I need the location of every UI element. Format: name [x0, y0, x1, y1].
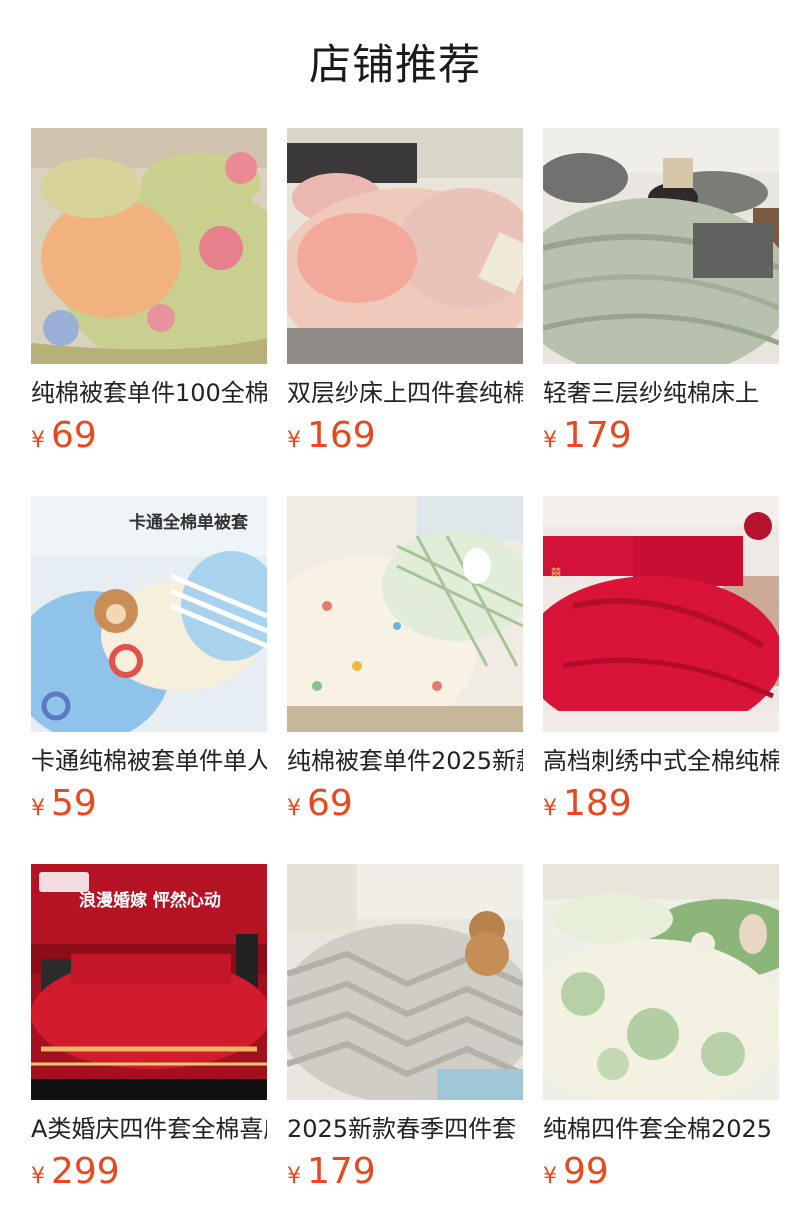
product-image[interactable]: 卡通全棉单被套: [31, 496, 267, 732]
product-name[interactable]: A类婚庆四件套全棉喜庆: [31, 1112, 267, 1146]
product-price: ¥189: [543, 780, 632, 828]
store-recommendation-page: 店铺推荐 纯棉被套单件100全棉 ¥ 69 双层纱床上四件套纯棉 ¥ 169 轻…: [0, 0, 790, 1232]
product-image[interactable]: [31, 128, 267, 364]
currency-symbol: ¥: [287, 1164, 301, 1189]
price-value: 99: [563, 1151, 609, 1192]
product-price: ¥69: [31, 412, 97, 460]
product-image[interactable]: [543, 864, 779, 1100]
product-name[interactable]: 高档刺绣中式全棉纯棉: [543, 744, 779, 778]
currency-symbol: ¥: [31, 428, 45, 453]
product-card[interactable]: 浪漫婚嫁 怦然心动 A类婚庆四件套全棉喜庆 ¥299: [31, 864, 267, 1232]
product-card[interactable]: 卡通全棉单被套 卡通纯棉被套单件单人 ¥59: [31, 496, 267, 864]
currency-symbol: ¥: [287, 428, 301, 453]
product-card[interactable]: 纯棉被套单件2025新款 ¥69: [287, 496, 523, 864]
price-value: 179: [307, 1151, 376, 1192]
section-title: 店铺推荐: [308, 40, 481, 89]
product-card[interactable]: 双层纱床上四件套纯棉 ¥169: [287, 128, 523, 496]
product-price: ¥99: [543, 1148, 609, 1196]
product-price: ¥299: [31, 1148, 120, 1196]
currency-symbol: ¥: [287, 796, 301, 821]
price-value: 169: [307, 415, 376, 456]
product-card[interactable]: 轻奢三层纱纯棉床上 ¥179: [543, 128, 779, 496]
currency-symbol: ¥: [543, 1164, 557, 1189]
product-image[interactable]: 囍: [543, 496, 779, 732]
product-card[interactable]: 纯棉被套单件100全棉 ¥69: [31, 128, 267, 496]
product-card[interactable]: 纯棉四件套全棉2025 ¥99: [543, 864, 779, 1232]
price-value: 59: [51, 783, 97, 824]
image-overlay-text: 浪漫婚嫁 怦然心动: [79, 891, 221, 911]
product-name[interactable]: 纯棉被套单件100全棉: [31, 376, 267, 410]
product-name[interactable]: 2025新款春季四件套: [287, 1112, 523, 1146]
product-image[interactable]: [287, 864, 523, 1100]
price-value: 69: [51, 415, 97, 456]
svg-text:囍: 囍: [551, 566, 561, 579]
price-value: 69: [307, 783, 353, 824]
product-price: ¥169: [287, 412, 376, 460]
product-image[interactable]: 浪漫婚嫁 怦然心动: [31, 864, 267, 1100]
product-card[interactable]: 囍 高档刺绣中式全棉纯棉 ¥189: [543, 496, 779, 864]
price-value: 189: [563, 783, 632, 824]
currency-symbol: ¥: [31, 1164, 45, 1189]
product-price: ¥179: [287, 1148, 376, 1196]
product-name[interactable]: 纯棉四件套全棉2025: [543, 1112, 779, 1146]
product-name[interactable]: 卡通纯棉被套单件单人: [31, 744, 267, 778]
price-value: 179: [563, 415, 632, 456]
product-price: ¥179: [543, 412, 632, 460]
currency-symbol: ¥: [31, 796, 45, 821]
price-value: 299: [51, 1151, 120, 1192]
product-price: ¥69: [287, 780, 353, 828]
currency-symbol: ¥: [543, 428, 557, 453]
product-name[interactable]: 双层纱床上四件套纯棉: [287, 376, 523, 410]
product-grid: 纯棉被套单件100全棉 ¥69 双层纱床上四件套纯棉 ¥ 169 轻奢三层纱纯棉…: [31, 128, 779, 1232]
product-name[interactable]: 轻奢三层纱纯棉床上: [543, 376, 779, 410]
product-image[interactable]: [543, 128, 779, 364]
image-overlay-text: 卡通全棉单被套: [129, 513, 248, 533]
product-price: ¥59: [31, 780, 97, 828]
product-image[interactable]: [287, 128, 523, 364]
product-name[interactable]: 纯棉被套单件2025新款: [287, 744, 523, 778]
product-card[interactable]: 2025新款春季四件套 ¥179: [287, 864, 523, 1232]
product-image[interactable]: [287, 496, 523, 732]
currency-symbol: ¥: [543, 796, 557, 821]
